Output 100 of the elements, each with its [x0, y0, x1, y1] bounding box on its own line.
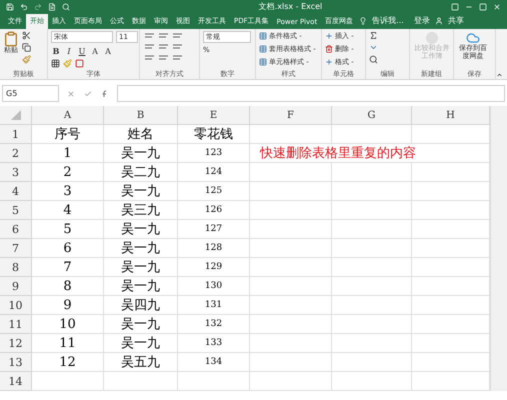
row-header[interactable]: 11 — [0, 315, 32, 334]
close-icon[interactable] — [492, 2, 501, 10]
delete-icon — [325, 45, 333, 53]
row-header[interactable]: 10 — [0, 296, 32, 315]
undo-icon[interactable] — [20, 2, 28, 10]
table-cell: 12 — [32, 353, 104, 372]
autosum-icon[interactable] — [369, 31, 378, 40]
table-cell: 吴三九 — [104, 201, 178, 220]
lightbulb-icon — [359, 17, 368, 25]
column-header[interactable]: B — [104, 106, 178, 125]
table-cell: 吴一九 — [104, 277, 178, 296]
bold-button[interactable]: B — [51, 46, 61, 56]
table-cell: 3 — [32, 182, 104, 201]
table-cell: 吴四九 — [104, 296, 178, 315]
border-icon[interactable] — [51, 59, 60, 68]
column-header[interactable]: G — [332, 106, 412, 125]
row-header[interactable]: 14 — [0, 372, 32, 391]
table-cell: 吴五九 — [104, 353, 178, 372]
column-header[interactable]: F — [250, 106, 332, 125]
row-header[interactable]: 6 — [0, 220, 32, 239]
table-icon — [259, 58, 267, 66]
table-cell: 吴二九 — [104, 163, 178, 182]
row-header[interactable]: 4 — [0, 182, 32, 201]
table-cell: 吴一九 — [104, 239, 178, 258]
table-cell: 129 — [178, 258, 250, 277]
row-header[interactable]: 1 — [0, 125, 32, 144]
sign-in-link[interactable]: 登录 — [408, 13, 435, 29]
table-cell: 吴一九 — [104, 334, 178, 353]
row-header[interactable]: 7 — [0, 239, 32, 258]
table-cell: 7 — [32, 258, 104, 277]
table-icon — [259, 45, 267, 53]
copy-icon[interactable] — [22, 43, 31, 52]
table-cell: 134 — [178, 353, 250, 372]
table-cell: 5 — [32, 220, 104, 239]
new-file-icon[interactable] — [48, 2, 56, 10]
table-cell: 8 — [32, 277, 104, 296]
find-icon[interactable] — [369, 55, 378, 64]
redo-icon[interactable] — [34, 2, 42, 10]
table-cell: 姓名 — [104, 125, 178, 144]
table-cell: 零花钱 — [178, 125, 250, 144]
scrollbar[interactable] — [490, 106, 507, 391]
table-cell — [178, 372, 250, 391]
table-cell: 132 — [178, 315, 250, 334]
table-cell: 6 — [32, 239, 104, 258]
table-cell: 133 — [178, 334, 250, 353]
table-icon — [259, 32, 267, 40]
table-cell: 2 — [32, 163, 104, 182]
clipboard-icon — [3, 31, 19, 47]
function-icon[interactable] — [100, 90, 109, 98]
table-cell: 吴一九 — [104, 315, 178, 334]
table-cell: 9 — [32, 296, 104, 315]
row-header[interactable]: 13 — [0, 353, 32, 372]
grow-font-button[interactable]: A — [90, 46, 100, 56]
table-cell: 吴一九 — [104, 220, 178, 239]
maximize-icon[interactable] — [478, 2, 487, 10]
restore-icon[interactable] — [450, 2, 459, 10]
cut-icon[interactable] — [22, 31, 31, 40]
row-header[interactable]: 2 — [0, 144, 32, 163]
table-cell: 124 — [178, 163, 250, 182]
cancel-icon[interactable] — [67, 90, 76, 98]
formula-field[interactable] — [117, 85, 505, 102]
share-button[interactable]: 共享 — [442, 13, 469, 29]
underline-button[interactable]: U — [77, 46, 87, 56]
row-header[interactable]: 8 — [0, 258, 32, 277]
cloud-icon — [466, 31, 480, 45]
table-cell: 4 — [32, 201, 104, 220]
column-header[interactable]: H — [412, 106, 490, 125]
table-cell: 11 — [32, 334, 104, 353]
table-cell: 128 — [178, 239, 250, 258]
plus-icon — [325, 32, 333, 40]
row-header[interactable]: 5 — [0, 201, 32, 220]
shrink-font-button[interactable]: A — [103, 46, 113, 56]
table-cell: 序号 — [32, 125, 104, 144]
table-cell: 1 — [32, 144, 104, 163]
row-header[interactable]: 9 — [0, 277, 32, 296]
column-header[interactable]: E — [178, 106, 250, 125]
italic-button[interactable]: I — [64, 46, 74, 56]
table-cell: 10 — [32, 315, 104, 334]
name-box[interactable]: G5 — [2, 85, 59, 102]
save-icon[interactable] — [6, 2, 14, 10]
table-cell: 130 — [178, 277, 250, 296]
table-cell: 吴一九 — [104, 144, 178, 163]
collapse-ribbon-icon[interactable] — [496, 71, 503, 79]
table-cell: 131 — [178, 296, 250, 315]
table-cell: 吴一九 — [104, 182, 178, 201]
table-cell: 快速删除表格里重复的内容 — [250, 144, 490, 163]
table-cell: 127 — [178, 220, 250, 239]
row-header[interactable]: 3 — [0, 163, 32, 182]
table-cell: 123 — [178, 144, 250, 163]
window-title: 文档.xlsx - Excel — [258, 1, 322, 12]
row-header[interactable]: 12 — [0, 334, 32, 353]
table-cell: 125 — [178, 182, 250, 201]
enter-icon[interactable] — [84, 90, 92, 98]
plus-icon — [325, 58, 333, 66]
tell-me-field[interactable]: 告诉我... — [367, 13, 409, 29]
table-cell — [32, 372, 104, 391]
table-cell: 126 — [178, 201, 250, 220]
user-icon — [434, 17, 443, 25]
format-painter-icon[interactable] — [22, 55, 31, 64]
column-header[interactable]: A — [32, 106, 104, 125]
